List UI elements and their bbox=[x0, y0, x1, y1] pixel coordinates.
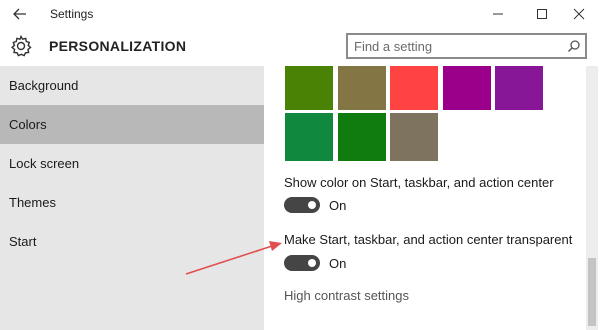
color-swatch[interactable] bbox=[495, 66, 543, 110]
window-title: Settings bbox=[50, 7, 94, 21]
transparency-toggle[interactable] bbox=[284, 255, 320, 271]
toggle-knob bbox=[308, 201, 316, 209]
back-arrow-icon[interactable] bbox=[10, 4, 30, 24]
maximize-icon[interactable] bbox=[531, 4, 553, 24]
show-color-state: On bbox=[329, 198, 347, 213]
sidebar-item-themes[interactable]: Themes bbox=[0, 183, 264, 222]
title-bar: Settings bbox=[0, 0, 600, 28]
color-swatch[interactable] bbox=[390, 113, 438, 161]
sidebar-item-lock-screen[interactable]: Lock screen bbox=[0, 144, 264, 183]
search-input[interactable] bbox=[354, 38, 554, 54]
color-swatch[interactable] bbox=[285, 66, 333, 110]
sidebar-item-colors[interactable]: Colors bbox=[0, 105, 264, 144]
color-swatch[interactable] bbox=[338, 66, 386, 110]
toggle-knob bbox=[308, 259, 316, 267]
scrollbar-thumb[interactable] bbox=[588, 258, 596, 326]
page-header: PERSONALIZATION bbox=[0, 28, 600, 66]
sidebar-item-background[interactable]: Background bbox=[0, 66, 264, 105]
sidebar-item-start[interactable]: Start bbox=[0, 222, 264, 261]
show-color-label: Show color on Start, taskbar, and action… bbox=[284, 175, 554, 190]
gear-icon bbox=[9, 34, 33, 58]
search-icon[interactable] bbox=[567, 39, 581, 53]
colors-panel: Show color on Start, taskbar, and action… bbox=[264, 66, 600, 330]
sidebar: Background Colors Lock screen Themes Sta… bbox=[0, 66, 264, 330]
transparency-state: On bbox=[329, 256, 347, 271]
minimize-icon[interactable] bbox=[487, 4, 509, 24]
high-contrast-link[interactable]: High contrast settings bbox=[284, 288, 409, 303]
color-swatch[interactable] bbox=[338, 113, 386, 161]
color-swatch[interactable] bbox=[285, 113, 333, 161]
transparency-label: Make Start, taskbar, and action center t… bbox=[284, 232, 573, 247]
search-box[interactable] bbox=[346, 33, 587, 59]
color-swatch[interactable] bbox=[443, 66, 491, 110]
close-icon[interactable] bbox=[568, 4, 590, 24]
color-swatch[interactable] bbox=[390, 66, 438, 110]
page-title: PERSONALIZATION bbox=[49, 38, 187, 54]
show-color-toggle[interactable] bbox=[284, 197, 320, 213]
